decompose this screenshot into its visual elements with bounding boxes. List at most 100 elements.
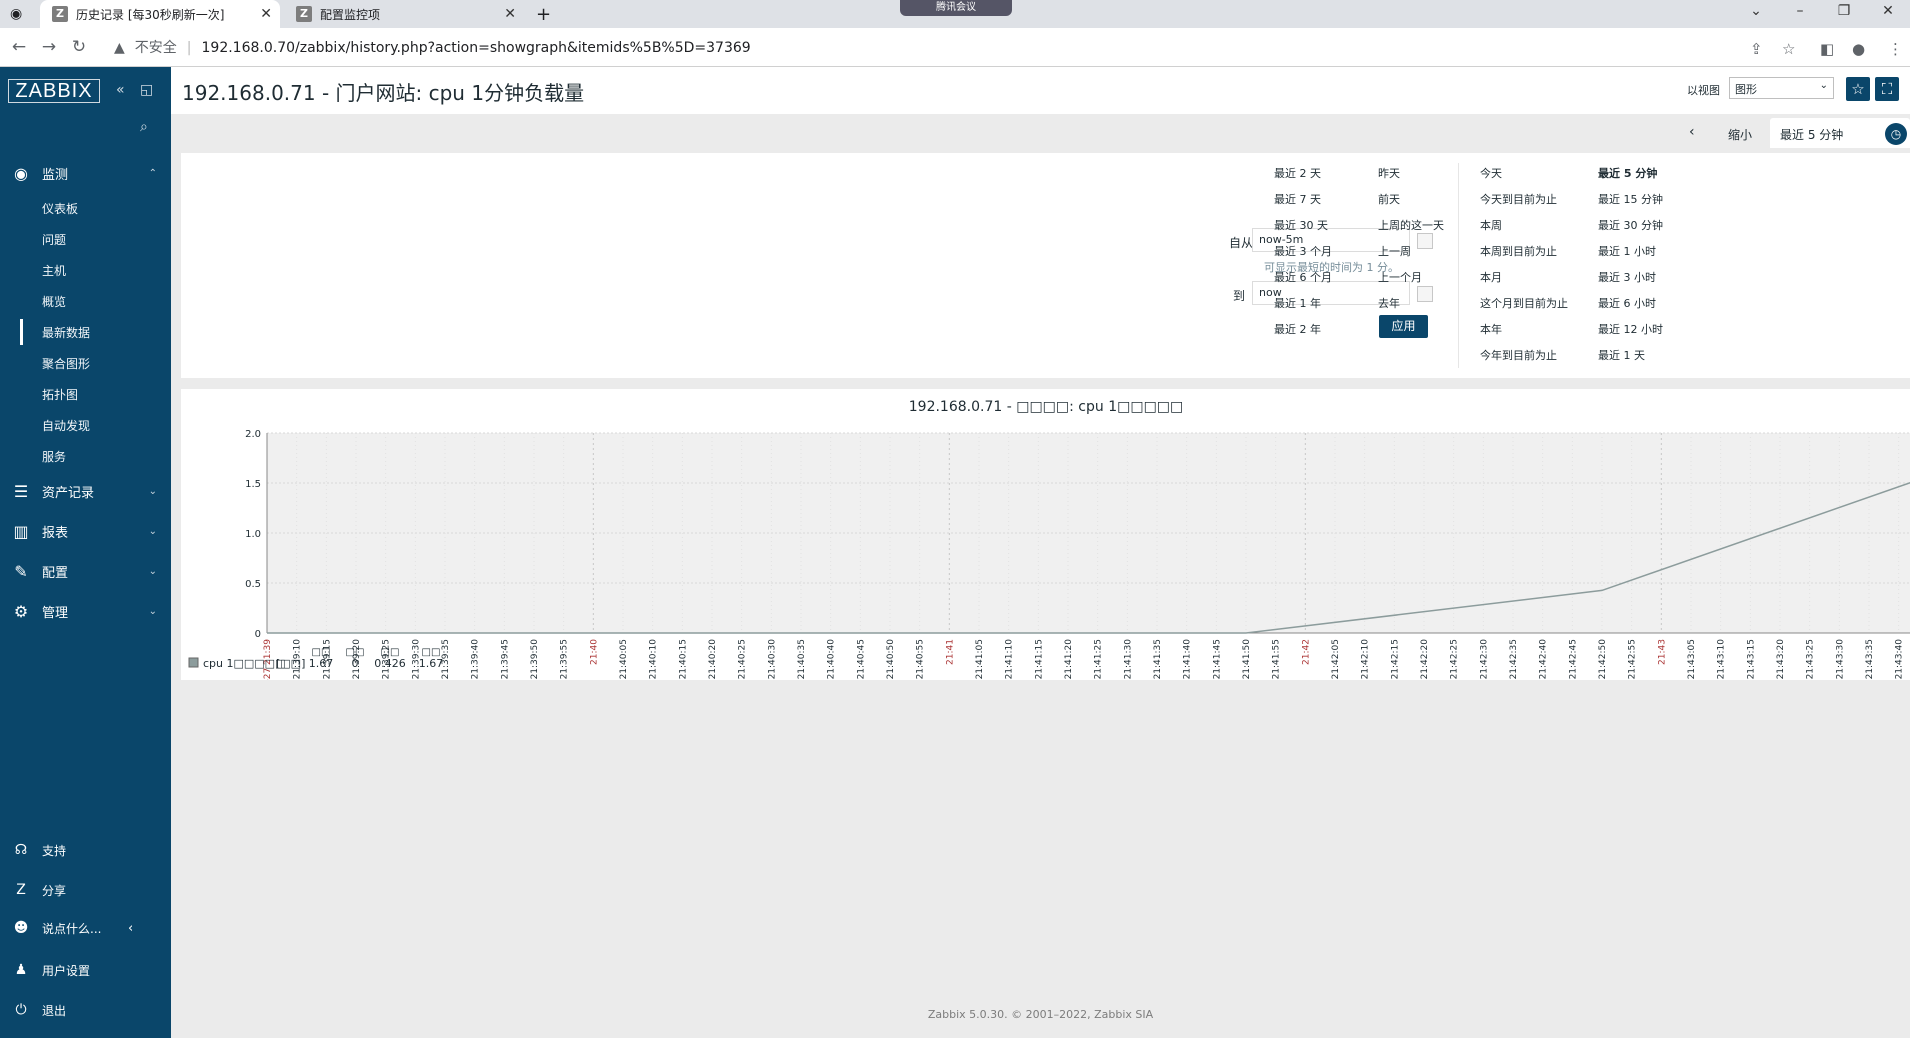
bookmark-star-icon[interactable]: ☆	[1782, 40, 1795, 58]
menu-discovery[interactable]: 自动发现	[42, 417, 90, 434]
view-as-value: 图形	[1735, 83, 1757, 96]
new-tab-button[interactable]: +	[536, 0, 551, 28]
menu-maps[interactable]: 拓扑图	[42, 386, 78, 403]
x-tick-label: 21:40:20	[708, 639, 718, 680]
quick-range-link[interactable]: 本月	[1480, 269, 1502, 285]
x-tick-label: 21:43:40	[1895, 639, 1905, 680]
tab-title: 历史记录 [每30秒刷新一次]	[76, 7, 225, 22]
search-icon[interactable]: ⌕	[140, 119, 148, 135]
menu-overview[interactable]: 概览	[42, 293, 66, 310]
close-window-icon[interactable]: ✕	[1866, 0, 1910, 28]
quick-range-link[interactable]: 最近 7 天	[1274, 191, 1321, 207]
close-tab-icon[interactable]: ✕	[504, 6, 516, 22]
quick-range-link[interactable]: 最近 1 年	[1274, 295, 1321, 311]
main-content: 192.168.0.71 - 门户网站: cpu 1分钟负载量 以视图 图形 ⌄ …	[171, 67, 1910, 1038]
quick-range-link[interactable]: 最近 3 小时	[1598, 269, 1656, 285]
menu-label: 监测	[42, 167, 69, 183]
menu-reports[interactable]: ▥ 报表 ⌄	[0, 514, 171, 548]
apply-button[interactable]: 应用	[1379, 315, 1428, 338]
forward-icon[interactable]: →	[34, 37, 64, 57]
browser-menu-icon[interactable]: ◉	[10, 0, 30, 28]
quick-range-link[interactable]: 上周的这一天	[1378, 217, 1444, 233]
clock-icon[interactable]: ◷	[1885, 123, 1907, 145]
fullscreen-icon[interactable]: ⛶	[1875, 77, 1899, 101]
meeting-badge[interactable]: 腾讯会议	[900, 0, 1012, 16]
timeframe-label: 最近 5 分钟	[1780, 128, 1844, 142]
quick-range-link[interactable]: 最近 2 年	[1274, 321, 1321, 337]
menu-signout[interactable]: ⏻ 退出	[0, 995, 171, 1025]
menu-share[interactable]: Z 分享	[0, 875, 171, 905]
x-tick-label: 21:41:20	[1064, 639, 1074, 680]
zabbix-logo[interactable]: ZABBIX	[8, 79, 100, 103]
browser-kebab-icon[interactable]: ⋮	[1888, 40, 1903, 58]
y-tick-label: 1.5	[245, 479, 261, 490]
side-panel-icon[interactable]: ◧	[1820, 40, 1834, 58]
x-tick-label: 21:42	[1301, 639, 1311, 665]
quick-range-link[interactable]: 前天	[1378, 191, 1400, 207]
quick-range-link[interactable]: 本年	[1480, 321, 1502, 337]
tab-search-icon[interactable]: ⌄	[1734, 0, 1778, 28]
x-tick-label: 21:42:25	[1450, 639, 1460, 679]
x-tick-label: 21:40	[589, 639, 599, 665]
quick-range-link[interactable]: 最近 1 天	[1598, 347, 1645, 363]
quick-range-link[interactable]: 今天	[1480, 165, 1502, 181]
back-icon[interactable]: ←	[4, 37, 34, 57]
menu-dashboard[interactable]: 仪表板	[42, 200, 78, 217]
menu-screens[interactable]: 聚合图形	[42, 355, 90, 372]
menu-support[interactable]: ☊ 支持	[0, 835, 171, 865]
menu-problems[interactable]: 问题	[42, 231, 66, 248]
quick-range-link[interactable]: 今天到目前为止	[1480, 191, 1557, 207]
quick-range-link[interactable]: 最近 12 小时	[1598, 321, 1663, 337]
tab-history[interactable]: Z 历史记录 [每30秒刷新一次] ✕	[40, 0, 280, 28]
zoom-out-button[interactable]: 缩小	[1728, 126, 1752, 143]
minimize-icon[interactable]: –	[1778, 0, 1822, 28]
menu-latest-data[interactable]: 最新数据	[42, 324, 90, 341]
menu-monitoring[interactable]: ◉ 监测 ⌃	[0, 156, 171, 190]
share-page-icon[interactable]: ⇪	[1750, 40, 1763, 58]
quick-range-link[interactable]: 昨天	[1378, 165, 1400, 181]
calendar-icon[interactable]	[1417, 233, 1433, 249]
view-as-select[interactable]: 图形 ⌄	[1729, 77, 1834, 99]
menu-feedback[interactable]: ☻ 说点什么... ‹	[0, 913, 171, 943]
kiosk-icon[interactable]: ◱	[140, 82, 153, 98]
close-tab-icon[interactable]: ✕	[260, 6, 272, 22]
quick-range-link[interactable]: 去年	[1378, 295, 1400, 311]
x-tick-label: 21:40:40	[827, 639, 837, 680]
quick-range-link[interactable]: 上一个月	[1378, 269, 1422, 285]
menu-hosts[interactable]: 主机	[42, 262, 66, 279]
quick-range-link[interactable]: 最近 30 分钟	[1598, 217, 1663, 233]
favorite-star-icon[interactable]: ☆	[1846, 77, 1870, 101]
x-tick-label: 21:42:45	[1568, 639, 1578, 679]
quick-range-link[interactable]: 本周到目前为止	[1480, 243, 1557, 259]
y-tick-label: 0	[255, 629, 261, 640]
quick-range-link[interactable]: 最近 1 小时	[1598, 243, 1656, 259]
quick-range-link[interactable]: 最近 30 天	[1274, 217, 1328, 233]
quick-range-link[interactable]: 本周	[1480, 217, 1502, 233]
x-tick-label: 21:40:35	[797, 639, 807, 679]
profile-icon[interactable]: ●	[1852, 40, 1865, 58]
quick-range-link[interactable]: 最近 3 个月	[1274, 243, 1332, 259]
menu-inventory[interactable]: ☰ 资产记录 ⌄	[0, 474, 171, 508]
quick-range-link[interactable]: 最近 5 分钟	[1598, 165, 1657, 181]
restore-icon[interactable]: ❐	[1822, 0, 1866, 28]
tab-config-item[interactable]: Z 配置监控项 ✕	[284, 0, 524, 28]
x-tick-label: 21:42:35	[1509, 639, 1519, 679]
chevron-left-icon[interactable]: ‹	[1689, 124, 1695, 140]
x-tick-label: 21:43:35	[1865, 639, 1875, 679]
quick-range-link[interactable]: 最近 6 个月	[1274, 269, 1332, 285]
quick-range-link[interactable]: 上一周	[1378, 243, 1411, 259]
collapse-sidebar-icon[interactable]: «	[116, 82, 125, 98]
calendar-icon[interactable]	[1417, 286, 1433, 302]
url-field[interactable]: ▲ 不安全 | 192.168.0.70/zabbix/history.php?act…	[114, 37, 751, 57]
menu-user-settings[interactable]: ♟ 用户设置	[0, 955, 171, 985]
menu-configuration[interactable]: ✎ 配置 ⌄	[0, 554, 171, 588]
x-tick-label: 21:43:20	[1776, 639, 1786, 680]
quick-range-link[interactable]: 这个月到目前为止	[1480, 295, 1568, 311]
quick-range-link[interactable]: 最近 15 分钟	[1598, 191, 1663, 207]
reload-icon[interactable]: ↻	[64, 37, 94, 57]
menu-administration[interactable]: ⚙ 管理 ⌄	[0, 594, 171, 628]
quick-range-link[interactable]: 最近 6 小时	[1598, 295, 1656, 311]
quick-range-link[interactable]: 最近 2 天	[1274, 165, 1321, 181]
quick-range-link[interactable]: 今年到目前为止	[1480, 347, 1557, 363]
menu-services[interactable]: 服务	[42, 448, 66, 465]
